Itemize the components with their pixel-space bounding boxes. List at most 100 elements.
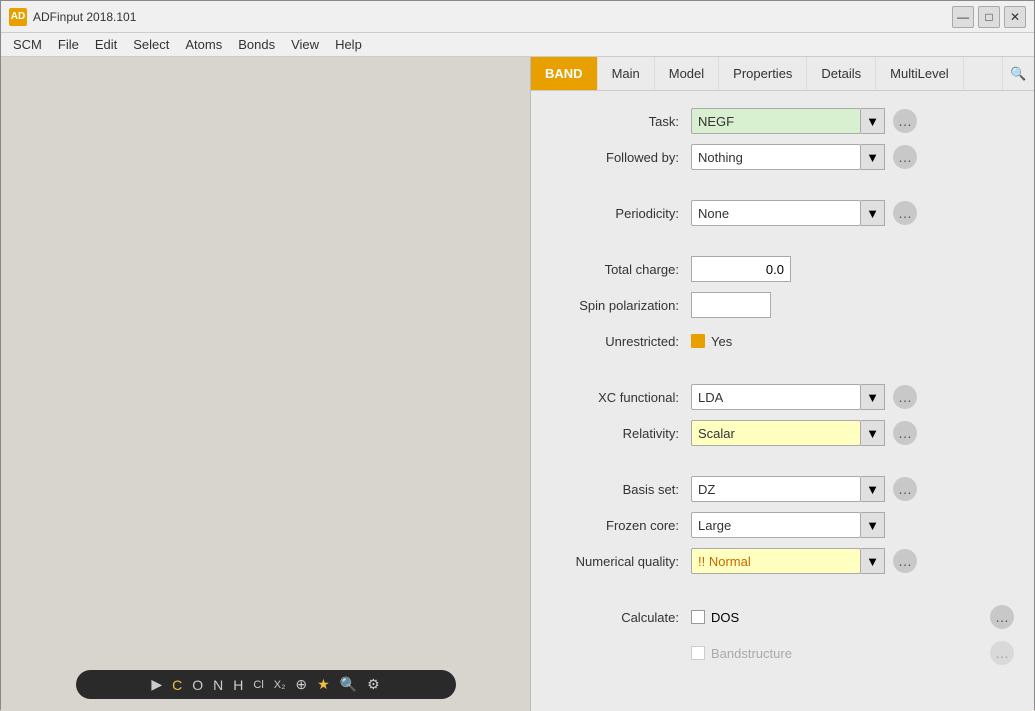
bandstructure-more-btn[interactable]: … [990,641,1014,665]
menu-scm[interactable]: SCM [5,35,50,54]
followed-by-arrow: ▼ [866,150,879,165]
settings-icon[interactable]: ⚙ [367,676,380,693]
menu-file[interactable]: File [50,35,87,54]
task-dropdown-arrow: ▼ [866,114,879,129]
nitrogen-icon[interactable]: N [213,677,223,693]
spin-polarization-label: Spin polarization: [551,298,691,313]
total-charge-input[interactable]: 0.0 [691,256,791,282]
dos-label: DOS [711,610,739,625]
basis-set-more-btn[interactable]: … [893,477,917,501]
numerical-quality-value: !! Normal [698,554,854,569]
periodicity-more-btn[interactable]: … [893,201,917,225]
tab-properties[interactable]: Properties [719,57,807,90]
task-dropdown-btn[interactable]: ▼ [861,108,885,134]
frozen-core-value: Large [698,518,854,533]
menu-bonds[interactable]: Bonds [230,35,283,54]
x2-icon[interactable]: X₂ [274,679,286,691]
followed-by-more-btn[interactable]: … [893,145,917,169]
search-icon: 🔍 [1010,66,1026,82]
left-panel: ▶ C O N H Cl X₂ ⊕ ★ 🔍 ⚙ [1,57,531,711]
task-dropdown[interactable]: NEGF [691,108,861,134]
close-button[interactable]: ✕ [1004,6,1026,28]
unrestricted-row: Unrestricted: Yes [551,327,1014,355]
hydrogen-icon[interactable]: H [233,677,243,693]
oxygen-icon[interactable]: O [192,677,203,693]
task-label: Task: [551,114,691,129]
xc-section: XC functional: LDA ▼ … Relativity: [551,383,1014,447]
xc-functional-dropdown[interactable]: LDA [691,384,861,410]
menu-view[interactable]: View [283,35,327,54]
star-icon[interactable]: ★ [317,676,330,693]
tab-details[interactable]: Details [807,57,876,90]
maximize-button[interactable]: □ [978,6,1000,28]
numerical-quality-dropdown[interactable]: !! Normal [691,548,861,574]
xc-functional-dropdown-btn[interactable]: ▼ [861,384,885,410]
basis-set-dropdown-btn[interactable]: ▼ [861,476,885,502]
carbon-icon[interactable]: C [172,677,182,693]
tab-multilevel[interactable]: MultiLevel [876,57,964,90]
menu-atoms[interactable]: Atoms [177,35,230,54]
tab-main[interactable]: Main [598,57,655,90]
periodicity-dropdown-btn[interactable]: ▼ [861,200,885,226]
title-bar: AD ADFinput 2018.101 — □ ✕ [1,1,1034,33]
frozen-core-arrow: ▼ [866,518,879,533]
tab-model[interactable]: Model [655,57,719,90]
tab-band[interactable]: BAND [531,57,598,90]
menu-select[interactable]: Select [125,35,177,54]
bandstructure-row: Bandstructure … [551,639,1014,667]
task-control: NEGF ▼ … [691,108,1014,134]
unrestricted-control: Yes [691,334,1014,349]
total-charge-label: Total charge: [551,262,691,277]
numerical-quality-dropdown-btn[interactable]: ▼ [861,548,885,574]
bottom-toolbar: ▶ C O N H Cl X₂ ⊕ ★ 🔍 ⚙ [76,670,456,699]
task-more-btn[interactable]: … [893,109,917,133]
followed-by-dropdown-btn[interactable]: ▼ [861,144,885,170]
spin-polarization-input[interactable] [691,292,771,318]
basis-set-dropdown[interactable]: DZ [691,476,861,502]
tab-spacer [964,57,1002,90]
bandstructure-label: Bandstructure [711,646,792,661]
sep3 [551,371,1014,383]
basis-set-control: DZ ▼ … [691,476,1014,502]
periodicity-label: Periodicity: [551,206,691,221]
relativity-more-btn[interactable]: … [893,421,917,445]
bandstructure-checkbox[interactable] [691,646,705,660]
unrestricted-value: Yes [711,334,732,349]
sep2 [551,243,1014,255]
total-charge-row: Total charge: 0.0 [551,255,1014,283]
add-atom-icon[interactable]: ⊕ [295,676,307,693]
charge-section: Total charge: 0.0 Spin polarization: Unr… [551,255,1014,355]
xc-functional-more-btn[interactable]: … [893,385,917,409]
chlorine-icon[interactable]: Cl [253,679,263,691]
periodicity-control: None ▼ … [691,200,1014,226]
sep5 [551,591,1014,603]
basis-set-row: Basis set: DZ ▼ … [551,475,1014,503]
spin-polarization-row: Spin polarization: [551,291,1014,319]
relativity-dropdown[interactable]: Scalar [691,420,861,446]
relativity-dropdown-btn[interactable]: ▼ [861,420,885,446]
numerical-quality-more-btn[interactable]: … [893,549,917,573]
calculate-row: Calculate: DOS … [551,603,1014,631]
relativity-label: Relativity: [551,426,691,441]
window-controls: — □ ✕ [952,6,1026,28]
search-icon[interactable]: 🔍 [340,676,357,693]
cursor-icon[interactable]: ▶ [151,676,162,693]
calculate-more-btn[interactable]: … [990,605,1014,629]
relativity-control: Scalar ▼ … [691,420,1014,446]
frozen-core-dropdown[interactable]: Large [691,512,861,538]
minimize-button[interactable]: — [952,6,974,28]
menu-edit[interactable]: Edit [87,35,125,54]
frozen-core-dropdown-btn[interactable]: ▼ [861,512,885,538]
calculate-label: Calculate: [551,610,691,625]
numerical-quality-label: Numerical quality: [551,554,691,569]
menu-help[interactable]: Help [327,35,370,54]
tab-search-button[interactable]: 🔍 [1002,57,1034,90]
main-container: ▶ C O N H Cl X₂ ⊕ ★ 🔍 ⚙ BAND Main Model [1,57,1034,711]
app-icon: AD [9,8,27,26]
periodicity-dropdown[interactable]: None [691,200,861,226]
task-section: Task: NEGF ▼ … Followed by: [551,107,1014,171]
basis-set-label: Basis set: [551,482,691,497]
followed-by-dropdown[interactable]: Nothing [691,144,861,170]
periodicity-section: Periodicity: None ▼ … [551,199,1014,227]
dos-checkbox[interactable] [691,610,705,624]
